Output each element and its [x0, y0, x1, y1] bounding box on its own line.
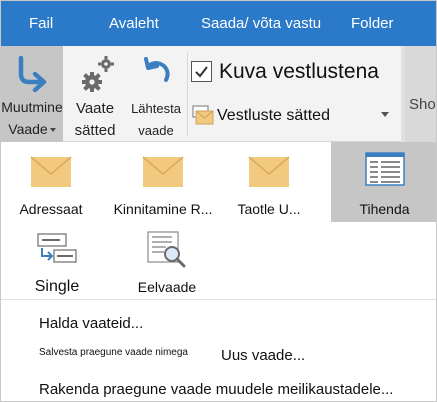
envelope-icon — [30, 156, 72, 193]
view-settings-button[interactable]: Vaate sätted — [66, 46, 124, 142]
manage-views-menu-item[interactable]: Halda vaateid... — [39, 315, 143, 332]
view-option-label: Tihenda — [359, 201, 410, 217]
change-view-button[interactable]: Muutmine Vaade — [1, 46, 63, 142]
tab-folder[interactable]: Folder — [351, 1, 394, 46]
show-button-label: Sho — [409, 96, 436, 113]
save-current-view-menu-item[interactable]: Salvesta praegune vaade nimega — [39, 347, 188, 358]
preview-magnifier-icon — [146, 230, 188, 275]
change-view-label-line1: Muutmine — [1, 99, 63, 115]
tab-home[interactable]: Avaleht — [109, 1, 159, 46]
view-settings-label-line2: sätted — [74, 122, 116, 139]
menu-separator — [1, 299, 436, 300]
view-option-single[interactable]: Single — [19, 226, 95, 298]
view-option-label: Taotle U... — [237, 201, 301, 217]
single-view-icon — [34, 230, 80, 273]
new-view-menu-item[interactable]: Uus vaade... — [221, 347, 305, 364]
checkbox-box[interactable] — [191, 61, 212, 82]
ribbon-separator — [187, 52, 188, 136]
conversation-settings-icon — [191, 104, 215, 131]
view-option-label: Kinnitamine R... — [113, 201, 213, 217]
undo-arrow-icon — [142, 56, 172, 91]
view-option-compact[interactable]: Tihenda — [331, 142, 436, 222]
apply-current-view-menu-item[interactable]: Rakenda praegune vaade muudele meilikaus… — [39, 381, 393, 398]
reset-view-label-line2: vaade — [138, 123, 174, 138]
gear-icon — [80, 54, 116, 99]
tab-send-receive[interactable]: Saada/ võta vastu — [201, 1, 321, 46]
dropdown-caret-icon — [49, 128, 56, 133]
view-option-label: Eelvaade — [137, 279, 197, 295]
show-as-conversations-label: Kuva vestlustena — [219, 60, 379, 83]
show-button-partial[interactable]: Sho — [405, 46, 436, 142]
change-view-arrow-icon — [13, 54, 51, 97]
reset-view-button[interactable]: Lähtesta vaade — [126, 46, 186, 142]
reset-view-label-line1: Lähtesta — [131, 101, 181, 116]
envelope-icon — [142, 156, 184, 193]
view-settings-label-line1: Vaate — [75, 100, 115, 117]
conversation-settings-dropdown[interactable]: Vestluste sätted — [191, 104, 396, 128]
compact-list-icon — [364, 152, 405, 191]
envelope-icon — [248, 156, 290, 193]
view-option-request[interactable]: Taotle U... — [225, 142, 313, 220]
checkmark-icon — [195, 66, 208, 78]
conversation-settings-label: Vestluste sätted — [217, 107, 330, 124]
ribbon-tab-bar: Fail Avaleht Saada/ võta vastu Folder — [1, 1, 436, 46]
view-option-confirmation[interactable]: Kinnitamine R... — [111, 142, 215, 220]
change-view-menu: Fail Avaleht Saada/ võta vastu Folder Mu… — [0, 0, 437, 402]
view-option-label: Single — [34, 278, 80, 295]
tab-file[interactable]: Fail — [29, 1, 53, 46]
view-option-preview[interactable]: Eelvaade — [121, 226, 213, 298]
chevron-down-icon[interactable] — [381, 112, 389, 117]
change-view-label-line2: Vaade — [1, 118, 63, 140]
view-option-label: Adressaat — [19, 201, 83, 217]
view-option-recipient[interactable]: Adressaat — [15, 142, 87, 220]
view-gallery: Adressaat Kinnitamine R... Taotle U... T… — [1, 142, 436, 302]
ribbon: Muutmine Vaade Vaate sätted Lähtesta vaa… — [1, 46, 436, 142]
